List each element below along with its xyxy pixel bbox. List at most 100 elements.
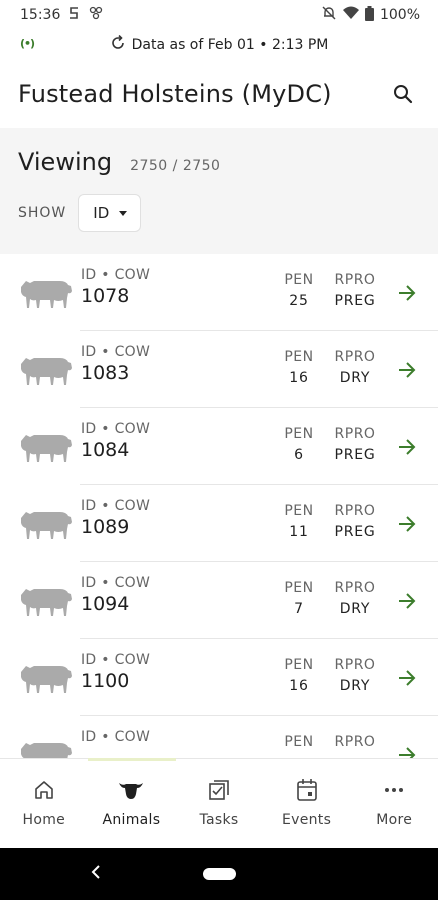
animal-id-value: 1094 xyxy=(81,593,130,615)
rpro-header: RPRO xyxy=(334,272,376,288)
pen-header: PEN xyxy=(284,426,314,442)
more-icon xyxy=(381,777,407,803)
search-button[interactable] xyxy=(388,79,418,109)
open-animal-button[interactable] xyxy=(394,588,420,614)
rpro-column: RPRO PREG xyxy=(330,272,380,309)
rpro-value: PREG xyxy=(334,293,376,309)
list-item[interactable]: ID • COW 1083 PEN 16 RPRO DRY xyxy=(0,331,438,408)
animal-list[interactable]: ID • COW 1078 PEN 25 RPRO PREG ID • COW … xyxy=(0,254,438,758)
nav-home[interactable]: Home xyxy=(0,759,88,848)
animal-id-label: ID • COW xyxy=(81,575,151,591)
viewing-row: Viewing 2750 / 2750 xyxy=(18,148,420,176)
animal-id-label: ID • COW xyxy=(81,421,151,437)
pen-value: 25 xyxy=(289,293,309,309)
app-bar: Fustead Holsteins (MyDC) xyxy=(0,60,438,128)
arrow-right-icon xyxy=(399,285,416,301)
back-icon[interactable] xyxy=(90,862,102,887)
nav-more-label: More xyxy=(376,812,413,828)
show-row: SHOW ID xyxy=(18,194,420,232)
pen-header: PEN xyxy=(284,349,314,365)
open-animal-button[interactable] xyxy=(394,511,420,537)
nav-animals[interactable]: Animals xyxy=(87,758,176,848)
mute-icon xyxy=(321,5,337,25)
animal-id-label: ID • COW xyxy=(81,267,151,283)
open-animal-button[interactable] xyxy=(394,280,420,306)
list-item[interactable]: ID • COW 1100 PEN 16 RPRO DRY xyxy=(0,639,438,716)
pen-header: PEN xyxy=(284,272,314,288)
battery-icon xyxy=(364,5,374,25)
pen-value: 16 xyxy=(289,678,309,694)
rpro-value: DRY xyxy=(339,678,371,694)
status-time: 15:36 xyxy=(20,7,61,23)
show-dropdown-value: ID xyxy=(93,204,110,222)
animal-id-block: ID • COW 1094 xyxy=(81,575,150,615)
nav-events[interactable]: Events xyxy=(263,759,351,848)
list-item[interactable]: ID • COW 1094 PEN 7 RPRO DRY xyxy=(0,562,438,639)
rpro-column: RPRO DRY xyxy=(330,580,380,617)
animal-id-block: ID • COW 1084 xyxy=(81,421,150,461)
animal-id-label: ID • COW xyxy=(81,652,151,668)
pen-value: 7 xyxy=(294,601,304,617)
animal-id-value: 1078 xyxy=(81,285,130,307)
pen-column: PEN xyxy=(278,734,320,755)
active-tab-indicator xyxy=(87,758,176,761)
status-right: 100% xyxy=(321,5,420,25)
animal-id-value: 1089 xyxy=(81,516,130,538)
caret-down-icon xyxy=(119,210,128,216)
animal-id-block: ID • COW 1083 xyxy=(81,344,150,384)
animal-id-block: ID • COW xyxy=(81,729,150,747)
open-animal-button[interactable] xyxy=(394,665,420,691)
animal-id-block: ID • COW 1100 xyxy=(81,652,150,692)
list-item[interactable]: ID • COW 1089 PEN 11 RPRO PREG xyxy=(0,485,438,562)
arrow-right-icon xyxy=(399,670,416,686)
viewing-count: 2750 / 2750 xyxy=(130,158,221,174)
bottom-nav: Home Animals Tasks Events More xyxy=(0,758,438,848)
list-item[interactable]: ID • COW PEN RPRO xyxy=(0,716,438,758)
rpro-value: PREG xyxy=(334,524,376,540)
open-animal-button[interactable] xyxy=(394,742,420,758)
app-icon xyxy=(88,5,104,25)
cow-icon xyxy=(21,743,72,758)
animal-id-value: 1084 xyxy=(81,439,130,461)
rpro-column: RPRO PREG xyxy=(330,426,380,463)
nav-tasks-label: Tasks xyxy=(199,812,239,828)
cow-icon xyxy=(21,512,72,539)
nav-animals-label: Animals xyxy=(102,812,161,828)
cow-icon xyxy=(21,281,72,308)
status-left: 15:36 xyxy=(20,5,104,25)
nav-events-label: Events xyxy=(281,812,332,828)
pen-column: PEN 6 xyxy=(278,426,320,463)
battery-percent: 100% xyxy=(379,7,420,23)
open-animal-button[interactable] xyxy=(394,357,420,383)
rpro-column: RPRO DRY xyxy=(330,657,380,694)
sync-row: (•) Data as of Feb 01 • 2:13 PM xyxy=(0,30,438,60)
animal-id-label: ID • COW xyxy=(81,344,151,360)
nav-tasks[interactable]: Tasks xyxy=(175,759,263,848)
calendar-icon xyxy=(294,777,320,803)
list-item[interactable]: ID • COW 1078 PEN 25 RPRO PREG xyxy=(0,254,438,331)
system-nav-bar xyxy=(0,848,438,900)
pen-header: PEN xyxy=(284,734,314,750)
viewing-title: Viewing xyxy=(18,148,113,176)
rpro-header: RPRO xyxy=(334,657,376,673)
rpro-header: RPRO xyxy=(334,349,376,365)
list-item[interactable]: ID • COW 1084 PEN 6 RPRO PREG xyxy=(0,408,438,485)
nav-more[interactable]: More xyxy=(350,759,438,848)
arrow-right-icon xyxy=(399,593,416,609)
sync-icon[interactable] xyxy=(110,34,126,55)
open-animal-button[interactable] xyxy=(394,434,420,460)
rpro-column: RPRO PREG xyxy=(330,503,380,540)
rpro-header: RPRO xyxy=(334,426,376,442)
pen-column: PEN 11 xyxy=(278,503,320,540)
rpro-header: RPRO xyxy=(334,580,376,596)
live-indicator-icon: (•) xyxy=(20,37,35,50)
pen-value: 11 xyxy=(289,524,309,540)
pen-column: PEN 16 xyxy=(278,657,320,694)
pen-value: 6 xyxy=(294,447,304,463)
arrow-right-icon xyxy=(399,362,416,378)
show-dropdown[interactable]: ID xyxy=(78,194,142,232)
cow-head-icon xyxy=(118,777,144,803)
animal-id-block: ID • COW 1078 xyxy=(81,267,150,307)
home-pill[interactable] xyxy=(203,868,236,880)
pen-header: PEN xyxy=(284,657,314,673)
